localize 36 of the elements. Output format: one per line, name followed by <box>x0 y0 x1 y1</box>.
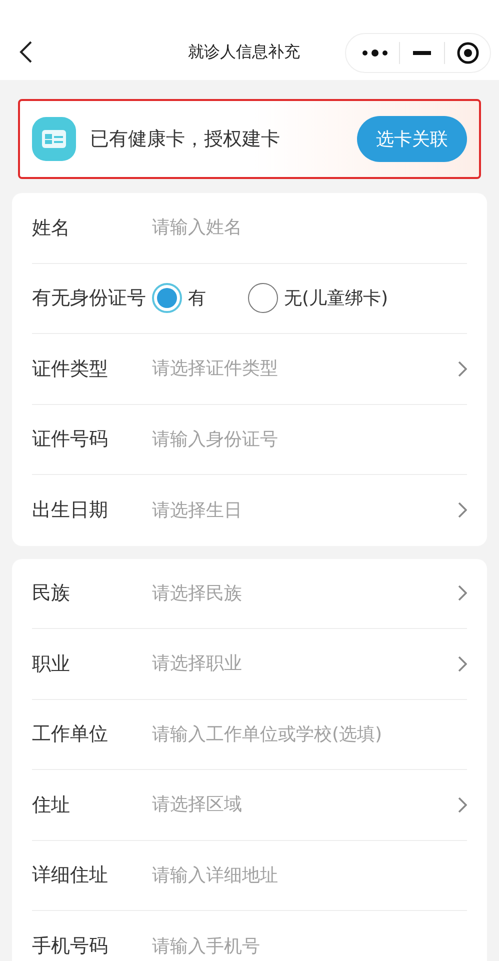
id-card-icon <box>32 117 76 161</box>
more-icon[interactable] <box>362 49 388 57</box>
chevron-right-icon <box>458 502 467 518</box>
field-label: 工作单位 <box>32 722 109 747</box>
banner-text: 已有健康卡，授权建卡 <box>90 126 280 152</box>
input-field[interactable]: 请输入姓名 <box>152 214 467 242</box>
field-label: 有无身份证号 <box>32 286 147 311</box>
radio-option[interactable]: 有 <box>152 283 206 314</box>
field-label: 手机号码 <box>32 934 109 959</box>
page-title: 就诊人信息补充 <box>188 41 300 63</box>
select-field[interactable]: 请选择职业 <box>152 650 458 678</box>
chevron-right-icon <box>458 656 467 672</box>
input-field[interactable]: 请输入工作单位或学校(选填) <box>152 720 467 748</box>
field-label: 证件类型 <box>32 356 109 382</box>
field-label: 详细住址 <box>32 863 109 888</box>
select-field[interactable]: 请选择区域 <box>152 791 458 818</box>
close-icon[interactable] <box>457 42 479 64</box>
radio-button[interactable] <box>248 283 278 314</box>
back-icon[interactable] <box>19 41 33 63</box>
field-label: 证件号码 <box>32 427 109 452</box>
field-label: 民族 <box>32 581 71 606</box>
field-label: 出生日期 <box>32 498 109 523</box>
field-label: 姓名 <box>32 216 71 240</box>
chevron-right-icon <box>458 360 467 377</box>
radio-option[interactable]: 无(儿童绑卡) <box>248 283 388 314</box>
radio-button[interactable] <box>152 283 182 314</box>
field-label: 住址 <box>32 792 71 818</box>
input-field[interactable]: 请输入手机号 <box>152 932 467 960</box>
input-field[interactable]: 请输入详细地址 <box>152 862 467 889</box>
select-field[interactable]: 请选择生日 <box>152 496 458 524</box>
input-field[interactable]: 请输入身份证号 <box>152 426 467 453</box>
chevron-right-icon <box>458 796 467 813</box>
select-field[interactable]: 请选择民族 <box>152 580 458 607</box>
chevron-right-icon <box>458 585 467 602</box>
select-field[interactable]: 请选择证件类型 <box>152 355 458 382</box>
field-label: 职业 <box>32 652 71 676</box>
